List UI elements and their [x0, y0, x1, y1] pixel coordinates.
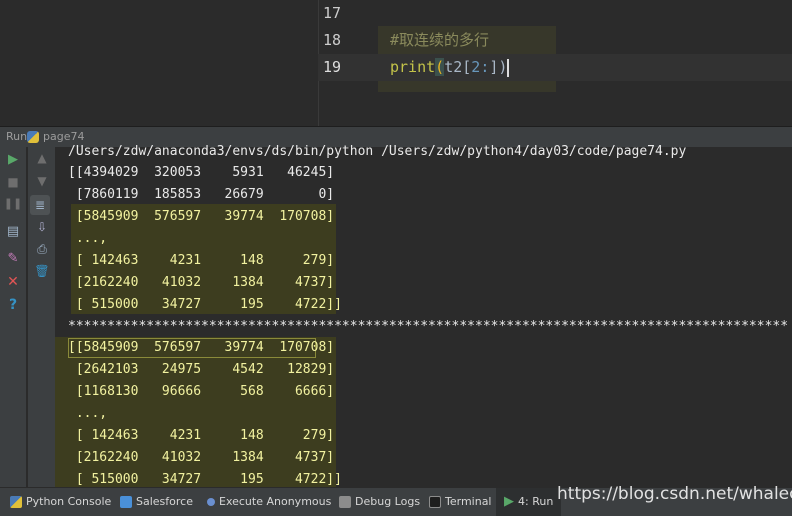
- console-line: [2642103 24975 4542 12829]: [68, 362, 335, 377]
- trash-icon[interactable]: 🗑: [32, 264, 52, 278]
- line-number: 17: [323, 4, 342, 22]
- python-console-icon: [10, 496, 22, 508]
- console-line: [1168130 96666 568 6666]: [68, 384, 335, 399]
- function-name: print: [390, 58, 436, 76]
- line-number: 18: [323, 31, 342, 49]
- console-line: [ 515000 34727 195 4722]]: [68, 297, 342, 312]
- code-comment: #取连续的多行: [390, 31, 490, 49]
- open-paren: (: [435, 58, 445, 76]
- debug-logs-tab[interactable]: Debug Logs: [339, 488, 420, 516]
- execute-anonymous-tab[interactable]: Execute Anonymous: [207, 488, 331, 516]
- help-icon[interactable]: ?: [3, 297, 23, 313]
- run-tab[interactable]: ▶ 4: Run: [496, 488, 562, 516]
- tab-label: Python Console: [26, 495, 112, 508]
- console-output[interactable]: /Users/zdw/anaconda3/envs/ds/bin/python …: [55, 144, 792, 487]
- rerun-icon[interactable]: ▶: [3, 152, 23, 167]
- close-icon[interactable]: ✕: [3, 274, 23, 290]
- code-arg: t2[: [444, 58, 472, 76]
- python-console-tab[interactable]: Python Console: [10, 488, 111, 516]
- tab-label: Salesforce: [136, 495, 193, 508]
- editor-blank-area: [0, 0, 318, 126]
- code-statement: print(t2[2:]): [390, 54, 510, 81]
- soft-wrap-icon[interactable]: ≣: [30, 195, 50, 215]
- run-toolbar-secondary: ▲ ▼ ≣ ⇩ ⎙ 🗑: [27, 147, 56, 487]
- close-brackets: ]): [489, 58, 508, 76]
- stop-icon[interactable]: ■: [3, 175, 23, 189]
- console-line: [7860119 185853 26679 0]: [68, 187, 335, 202]
- watermark: https://blog.csdn.net/whalecode: [557, 484, 792, 504]
- code-editor[interactable]: 17 18 #取连续的多行 19 print(t2[2:]): [0, 0, 792, 126]
- tab-label: Execute Anonymous: [219, 495, 332, 508]
- console-line: ...,: [68, 231, 108, 246]
- pin-icon[interactable]: ✎: [3, 251, 23, 266]
- terminal-icon: [429, 496, 441, 508]
- print-icon[interactable]: ⎙: [32, 242, 52, 257]
- line-number: 19: [323, 58, 342, 76]
- run-label: Run: [6, 130, 28, 143]
- console-line: [5845909 576597 39774 170708]: [68, 209, 335, 224]
- up-arrow-icon[interactable]: ▲: [32, 151, 52, 165]
- console-line: ...,: [68, 406, 108, 421]
- run-toolbar-primary: ▶ ■ ❚❚ ▤ ✎ ✕ ?: [0, 147, 26, 487]
- debug-logs-icon: [339, 496, 351, 508]
- python-icon: [27, 131, 39, 143]
- console-line-command: /Users/zdw/anaconda3/envs/ds/bin/python …: [68, 144, 687, 159]
- index-number: 2: [471, 58, 481, 76]
- code-line-17[interactable]: 17: [318, 0, 792, 27]
- layout-icon[interactable]: ▤: [3, 224, 23, 239]
- console-line: [2162240 41032 1384 4737]: [68, 450, 335, 465]
- slice-colon: :: [480, 58, 490, 76]
- console-separator: ****************************************…: [68, 319, 788, 334]
- tab-label: Terminal: [445, 495, 492, 508]
- text-caret: [507, 58, 510, 77]
- console-line: [ 142463 4231 148 279]: [68, 428, 335, 443]
- pause-icon[interactable]: ❚❚: [3, 197, 23, 210]
- console-line: [[4394029 320053 5931 46245]: [68, 165, 335, 180]
- tab-label: 4: Run: [518, 495, 554, 508]
- down-arrow-icon[interactable]: ▼: [32, 174, 52, 188]
- tab-label: Debug Logs: [355, 495, 421, 508]
- console-line: [ 142463 4231 148 279]: [68, 253, 335, 268]
- salesforce-icon: [120, 496, 132, 508]
- scroll-to-end-icon[interactable]: ⇩: [32, 220, 52, 234]
- execute-anonymous-icon: [207, 498, 215, 506]
- console-line: [2162240 41032 1384 4737]: [68, 275, 335, 290]
- console-line: [[5845909 576597 39774 170708]: [68, 340, 335, 355]
- run-icon: ▶: [504, 494, 514, 509]
- code-line-18[interactable]: 18 #取连续的多行: [318, 27, 792, 54]
- code-line-19[interactable]: 19 print(t2[2:]): [318, 54, 792, 81]
- salesforce-tab[interactable]: Salesforce: [120, 488, 193, 516]
- terminal-tab[interactable]: Terminal: [429, 488, 492, 516]
